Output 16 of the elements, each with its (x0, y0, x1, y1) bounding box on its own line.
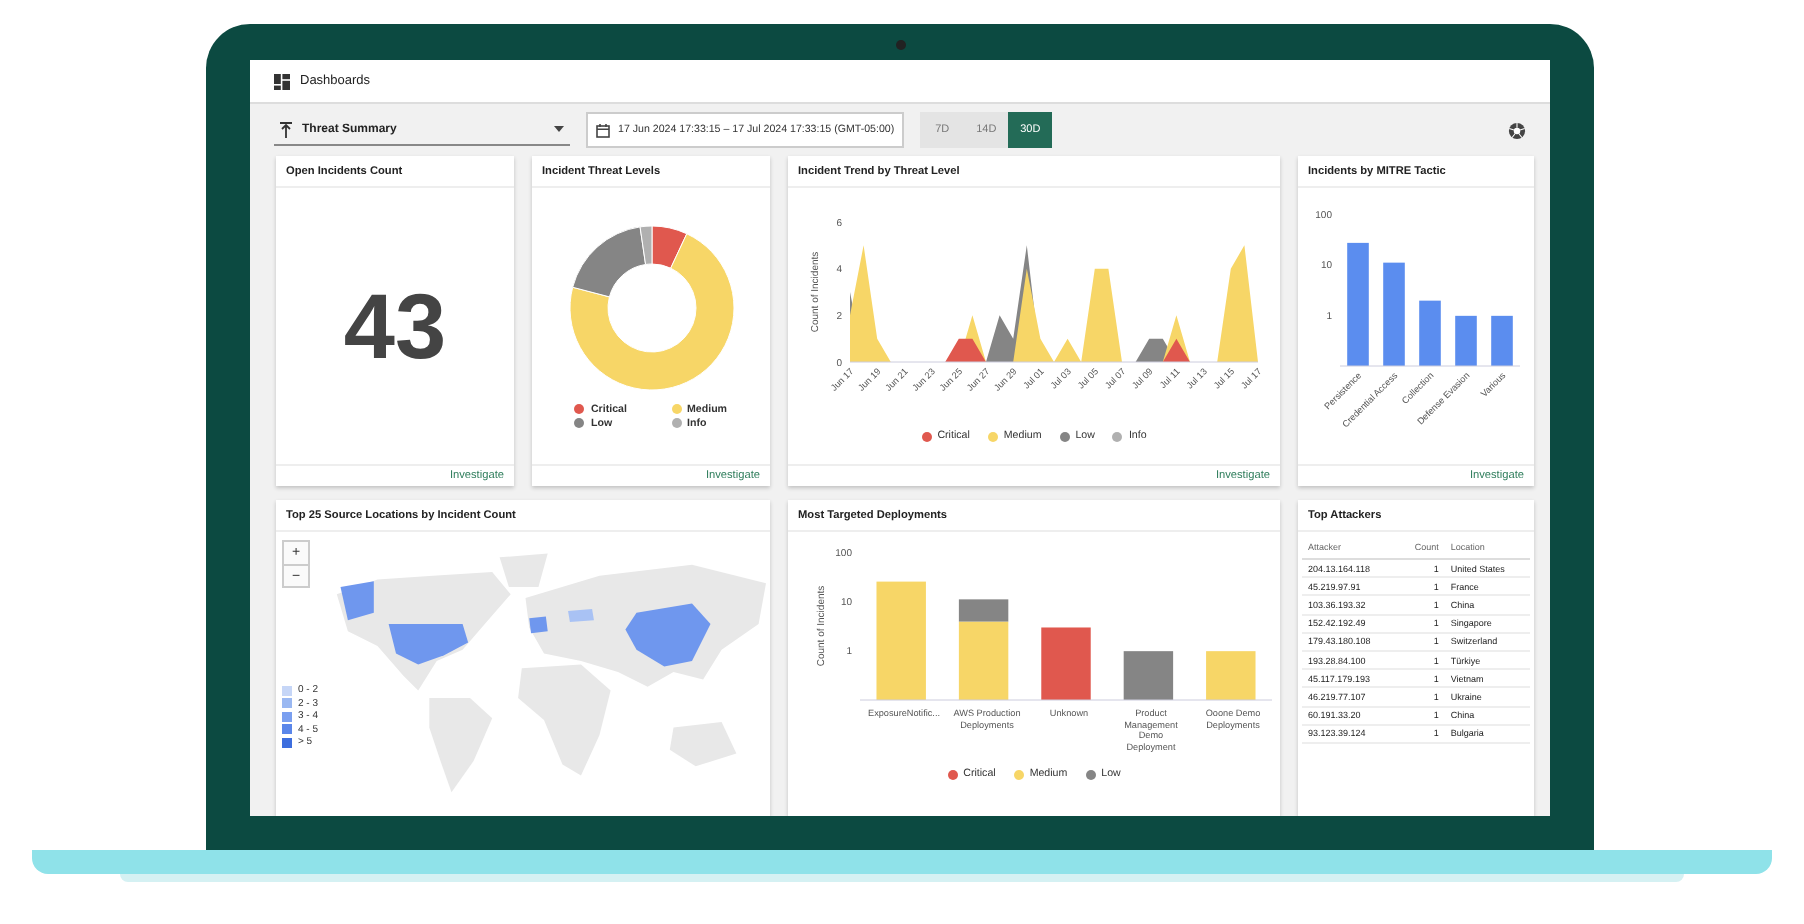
aperture-icon[interactable] (1508, 121, 1526, 139)
caret-icon (554, 126, 564, 132)
bar-segment (1041, 627, 1091, 700)
bar-segment (1123, 651, 1174, 700)
camera-dot (896, 40, 906, 50)
bar (1383, 262, 1405, 366)
dashboard-icon (274, 73, 290, 89)
bar-segment (876, 581, 926, 700)
bar (1455, 315, 1477, 366)
bar-segment (1206, 651, 1256, 700)
bar (1491, 315, 1513, 366)
incident-count: 43 (343, 272, 447, 380)
bar (1347, 242, 1369, 366)
calendar-icon (596, 123, 610, 137)
bar (1419, 300, 1441, 366)
arrow-up-bar-icon (280, 121, 292, 137)
